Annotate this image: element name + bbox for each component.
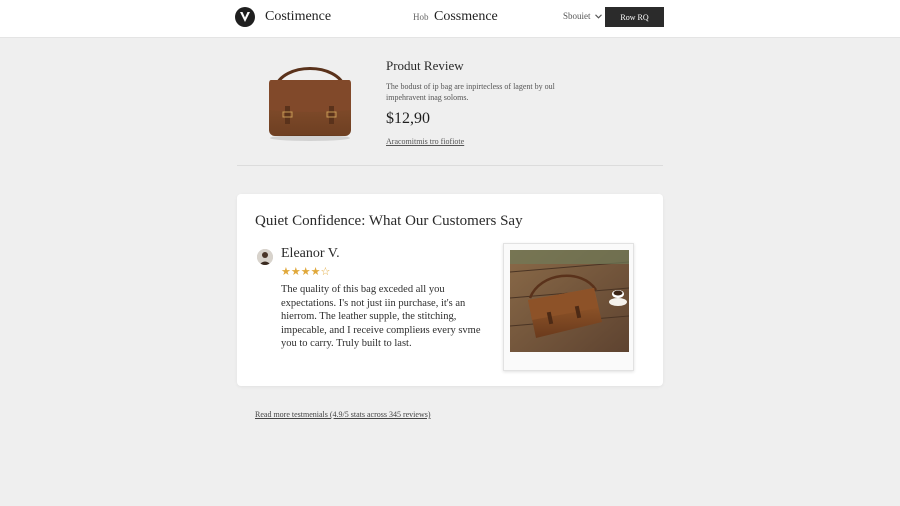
product-description: The bodust of ip bag are inpirtecless of… (386, 82, 555, 102)
star-rating: ★★★★☆ (281, 265, 331, 278)
dropdown-label: Sbouiet (563, 11, 591, 21)
product-price: $12,90 (386, 110, 430, 127)
reviewer-name: Eleanor V. (281, 246, 340, 261)
logo-v-icon[interactable] (235, 7, 255, 27)
product-title: Produt Review (386, 58, 464, 73)
review-photo-frame[interactable] (503, 243, 634, 371)
nav-brand-title[interactable]: Cossmence (434, 9, 498, 25)
section-divider (237, 165, 663, 166)
avatar-icon (257, 249, 273, 265)
read-more-testimonials-link[interactable]: Read more testmenials (4.9/5 stats acros… (255, 410, 431, 419)
top-header: Costimence Hob Cossmence Sbouiet Row RQ (0, 0, 900, 38)
nav-link-hob[interactable]: Hob (413, 12, 429, 22)
testimonials-title: Quiet Confidence: What Our Customers Say (255, 213, 523, 229)
product-link[interactable]: Aracomitmis tro fiofiote (386, 137, 464, 146)
brand-name[interactable]: Costimence (265, 9, 331, 25)
nav-dropdown[interactable]: Sbouiet (563, 11, 602, 21)
chevron-down-icon (594, 13, 602, 19)
testimonials-card: Quiet Confidence: What Our Customers Say… (237, 194, 663, 386)
cta-button[interactable]: Row RQ (605, 7, 664, 27)
product-bag-image[interactable] (255, 58, 365, 142)
review-text: The quality of this bag exceded all you … (281, 284, 481, 349)
review-photo (510, 250, 629, 352)
